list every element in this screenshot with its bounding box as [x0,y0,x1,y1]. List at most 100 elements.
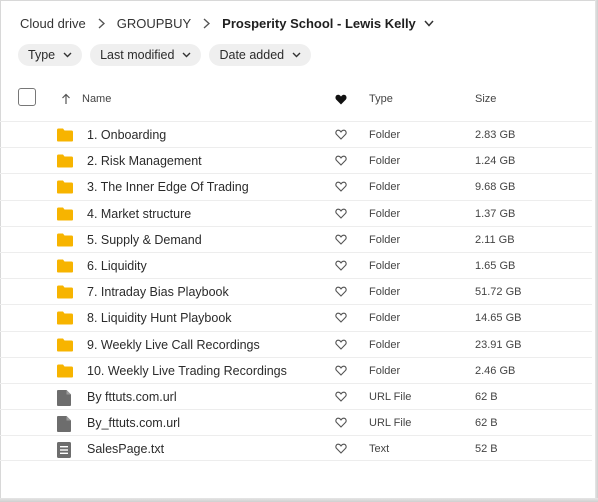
filter-last-modified-dropdown[interactable]: Last modified [90,44,202,66]
folder-icon [57,285,73,302]
item-type: URL File [369,390,412,403]
filter-type-dropdown[interactable]: Type [18,44,83,66]
heart-icon[interactable] [335,208,347,222]
item-name: 10. Weekly Live Trading Recordings [87,363,287,378]
sort-arrow-up-icon[interactable] [61,86,71,112]
item-type: Folder [369,181,401,194]
column-header-name[interactable]: Name [82,86,111,112]
heart-icon[interactable] [335,234,347,248]
item-size: 62 B [475,390,498,403]
heart-icon[interactable] [335,365,347,379]
item-size: 9.68 GB [475,181,516,194]
item-type: Text [369,443,390,456]
column-header-type[interactable]: Type [369,86,393,112]
item-type: URL File [369,417,412,430]
chevron-down-icon [63,52,72,58]
folder-icon [57,338,73,355]
folder-row[interactable]: 6. Liquidity Folder 1.65 GB [0,251,592,278]
filter-bar: Type Last modified Date added [18,44,312,66]
folder-row[interactable]: 9. Weekly Live Call Recordings Folder 23.9… [0,330,592,357]
item-type: Folder [369,129,401,141]
item-name: SalesPage.txt [87,442,165,457]
heart-icon[interactable] [335,286,347,300]
window-shadow [0,498,598,502]
heart-icon[interactable] [335,181,347,195]
breadcrumb-parent[interactable]: GROUPBUY [117,16,191,31]
column-header-size[interactable]: Size [475,86,496,112]
heart-icon[interactable] [335,86,347,112]
folder-row[interactable]: 1. Onboarding Folder 2.83 GB [0,121,592,147]
folder-icon [57,207,73,224]
item-size: 1.37 GB [475,207,516,220]
item-size: 1.24 GB [475,155,516,168]
text-file-icon [57,442,71,461]
item-name: By fttuts.com.url [87,389,177,404]
item-size: 14.65 GB [475,312,522,325]
heart-icon[interactable] [335,339,347,353]
item-size: 62 B [475,417,498,430]
folder-row[interactable]: 10. Weekly Live Trading Recordings Folder… [0,356,592,383]
heart-icon[interactable] [335,417,347,431]
chevron-right-icon [98,17,105,29]
filter-label: Last modified [100,48,175,62]
item-name: 8. Liquidity Hunt Playbook [87,311,232,326]
item-size: 2.11 GB [475,233,515,246]
heart-icon[interactable] [335,443,347,457]
breadcrumb-current: Prosperity School - Lewis Kelly [222,15,416,31]
item-name: 3. The Inner Edge Of Trading [87,180,249,195]
file-icon [57,389,71,409]
item-type: Folder [369,312,401,325]
item-name: 2. Risk Management [87,154,202,169]
item-size: 51.72 GB [475,286,522,299]
item-name: 6. Liquidity [87,258,147,273]
folder-icon [57,364,73,381]
folder-icon [57,154,73,171]
heart-icon[interactable] [335,129,347,143]
item-name: 4. Market structure [87,206,192,221]
breadcrumb: Cloud drive GROUPBUY Prosperity School -… [20,14,434,32]
chevron-right-icon [203,17,211,29]
item-type: Folder [369,338,401,351]
folder-row[interactable]: 3. The Inner Edge Of Trading Folder 9.68 G… [0,173,592,199]
item-name: 1. Onboarding [87,128,167,142]
item-type: Folder [369,233,401,246]
heart-icon[interactable] [335,260,347,274]
item-size: 23.91 GB [475,338,522,351]
filter-label: Type [28,48,56,62]
item-name: 9. Weekly Live Call Recordings [87,337,260,352]
breadcrumb-root[interactable]: Cloud drive [20,16,86,31]
item-type: Folder [369,259,401,272]
folder-row[interactable]: 2. Risk Management Folder 1.24 GB [0,147,592,173]
folder-row[interactable]: 7. Intraday Bias Playbook Folder 51.72 GB [0,278,592,304]
heart-icon[interactable] [335,391,347,405]
file-list: 1. Onboarding Folder 2.83 GB 2. Risk Manage… [0,121,592,462]
filter-date-added-dropdown[interactable]: Date added [209,44,312,66]
folder-row[interactable]: 8. Liquidity Hunt Playbook Folder 14.65 GB [0,304,592,330]
folder-row[interactable]: 5. Supply & Demand Folder 2.11 GB [0,225,592,252]
file-icon [57,416,71,435]
folder-icon [57,311,73,328]
folder-icon [57,180,73,197]
heart-icon[interactable] [335,155,347,169]
file-row[interactable]: By fttuts.com.url URL File 62 B [0,382,592,409]
folder-icon [57,259,73,276]
item-type: Folder [369,364,401,377]
folder-icon [57,233,73,250]
filter-label: Date added [219,48,285,62]
item-name: By_fttuts.com.url [87,416,181,431]
item-size: 1.65 GB [475,259,516,272]
file-row[interactable]: By_fttuts.com.url URL File 62 B [0,409,592,435]
chevron-down-icon [182,52,191,58]
item-type: Folder [369,155,401,168]
heart-icon[interactable] [335,312,347,326]
item-type: Folder [369,286,401,299]
item-size: 52 B [475,443,498,456]
item-name: 7. Intraday Bias Playbook [87,285,229,300]
item-size: 2.46 GB [475,364,516,377]
item-type: Folder [369,207,401,220]
chevron-down-icon[interactable] [424,20,434,27]
file-row[interactable]: SalesPage.txt Text 52 B [0,435,592,462]
chevron-down-icon [292,52,301,58]
item-size: 2.83 GB [475,129,516,141]
folder-row[interactable]: 4. Market structure Folder 1.37 GB [0,199,592,226]
